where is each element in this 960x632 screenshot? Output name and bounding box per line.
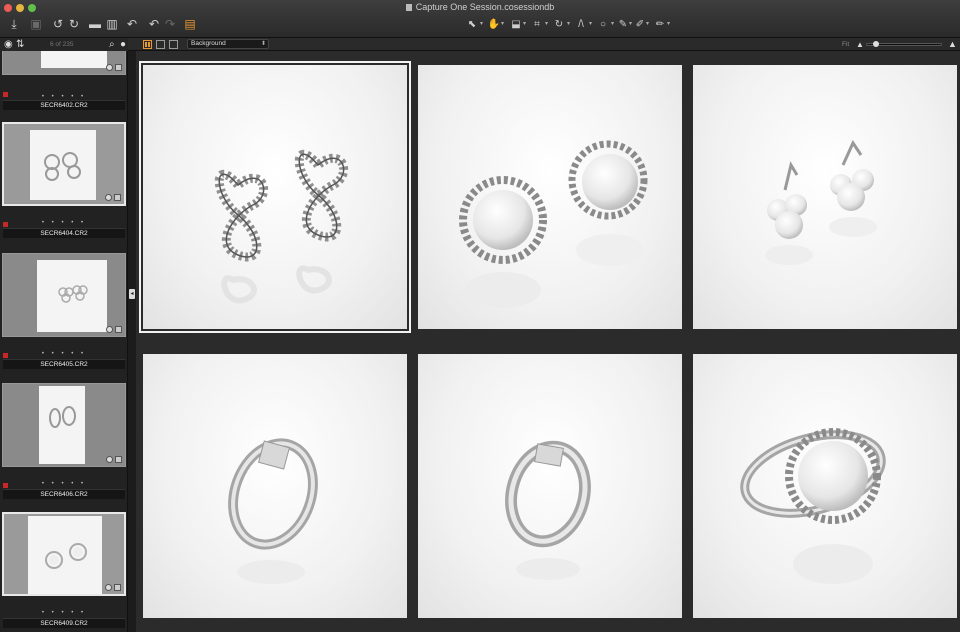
chevron-down-icon: ⬍	[260, 41, 266, 47]
variant-badge-icon	[114, 584, 121, 591]
filmstrip-view-icon[interactable]	[169, 40, 178, 49]
earring-image	[58, 285, 88, 303]
thumbnail[interactable]	[2, 51, 126, 75]
diamond-ring-image	[228, 438, 318, 584]
chevron-down-icon[interactable]: ▾	[629, 20, 632, 27]
chevron-down-icon[interactable]: ▾	[611, 20, 614, 27]
brush-icon[interactable]: ✐	[634, 16, 646, 32]
edit-badge-icon	[106, 64, 113, 71]
chevron-down-icon[interactable]: ▾	[589, 20, 592, 27]
loupe-icon[interactable]: ⬓	[510, 16, 522, 32]
thumbnail[interactable]	[2, 122, 126, 206]
image-viewer	[136, 51, 960, 632]
image-tile[interactable]	[139, 61, 411, 333]
browser-header: ◉ ⇅ 6 of 235 ⌕ ● Background ⬍ Fit ▲ ▲	[0, 38, 960, 51]
thumbnail-photo	[37, 260, 107, 332]
view-select[interactable]: Background ⬍	[187, 39, 269, 49]
earring-image	[49, 406, 76, 428]
undo-icon[interactable]: ↶	[124, 16, 140, 32]
thumbnail[interactable]	[2, 512, 126, 596]
list-view-icon[interactable]	[156, 40, 165, 49]
file-name: SECR6406.CR2	[3, 489, 125, 499]
infinity-earrings-image	[214, 149, 349, 304]
redo-icon[interactable]: ↷	[162, 16, 178, 32]
thumbnail-photo	[39, 386, 85, 464]
grid-view-icon[interactable]	[143, 40, 152, 49]
chevron-down-icon[interactable]: ▾	[480, 20, 483, 27]
zoom-slider-knob[interactable]	[873, 41, 879, 47]
import-icon[interactable]: ⤓	[6, 16, 22, 32]
image-tile[interactable]	[418, 65, 682, 329]
band-ring-image	[505, 440, 591, 580]
chevron-down-icon[interactable]: ▾	[501, 20, 504, 27]
picker-icon[interactable]: ✎	[617, 16, 629, 32]
chevron-down-icon[interactable]: ▾	[667, 20, 670, 27]
variant-badge-icon	[115, 64, 122, 71]
keystone-icon[interactable]: /\	[575, 16, 587, 32]
window-title: Capture One Session.cosessiondb	[0, 2, 960, 12]
person-large-icon: ▲	[948, 39, 957, 49]
earring-image	[44, 152, 81, 181]
file-name: SECR6409.CR2	[3, 618, 125, 628]
pearl-ring-image	[740, 428, 886, 584]
collapse-panel-icon[interactable]: ◂	[129, 289, 135, 299]
variant-badge-icon	[114, 194, 121, 201]
edit-badge-icon	[105, 194, 112, 201]
pearl-cluster-image	[765, 139, 877, 265]
earring-image	[45, 543, 87, 569]
rotate-right-icon[interactable]: ↻	[66, 16, 82, 32]
edit-stack-icon[interactable]: ▤	[182, 16, 198, 32]
zoom-label: Fit	[842, 41, 850, 48]
crop-icon[interactable]: ⌗	[531, 16, 543, 32]
rotate-left-icon[interactable]: ↺	[50, 16, 66, 32]
eye-icon[interactable]: ◉	[4, 38, 13, 51]
thumbnail[interactable]	[2, 253, 126, 337]
title-bar: Capture One Session.cosessiondb ⤓ ▣ ↺ ↻ …	[0, 0, 960, 38]
hand-icon[interactable]: ✋	[488, 16, 500, 32]
star-rating[interactable]: • • • • •	[0, 351, 127, 357]
rotate-icon[interactable]: ↻	[553, 16, 565, 32]
image-tile[interactable]	[143, 354, 407, 618]
thumbnail-photo	[41, 51, 107, 68]
spot-icon[interactable]: ○	[597, 16, 609, 32]
image-count: 6 of 235	[50, 41, 74, 48]
sort-icon[interactable]: ⇅	[16, 38, 24, 51]
trash-icon[interactable]: ▥	[104, 16, 120, 32]
folder-icon[interactable]: ▬	[87, 16, 103, 32]
file-name: SECR6405.CR2	[3, 359, 125, 369]
file-name: SECR6402.CR2	[3, 100, 125, 110]
edit-badge-icon	[105, 584, 112, 591]
filmstrip[interactable]: • • • • • SECR6402.CR2 • • • • • SECR640…	[0, 51, 128, 632]
file-name: SECR6404.CR2	[3, 228, 125, 238]
select-icon[interactable]: ⬉	[466, 16, 478, 32]
thumbnail-photo	[28, 516, 102, 594]
star-rating[interactable]: • • • • •	[0, 481, 127, 487]
star-rating[interactable]: • • • • •	[0, 610, 127, 616]
chevron-down-icon[interactable]: ▾	[646, 20, 649, 27]
document-icon	[405, 4, 412, 11]
thumbnail-photo	[30, 130, 96, 200]
pearl-earrings-image	[459, 140, 648, 308]
variant-badge-icon	[115, 326, 122, 333]
star-rating[interactable]: • • • • •	[0, 220, 127, 226]
undo-icon[interactable]: ↶	[146, 16, 162, 32]
image-tile[interactable]	[693, 354, 957, 618]
chevron-down-icon[interactable]: ▾	[545, 20, 548, 27]
chevron-down-icon[interactable]: ▾	[567, 20, 570, 27]
variant-badge-icon	[115, 456, 122, 463]
person-small-icon: ▲	[856, 40, 864, 49]
camera-icon[interactable]: ▣	[28, 16, 44, 32]
user-icon[interactable]: ●	[120, 38, 126, 51]
chevron-down-icon[interactable]: ▾	[523, 20, 526, 27]
image-tile[interactable]	[693, 65, 957, 329]
search-icon[interactable]: ⌕	[109, 38, 115, 51]
edit-badge-icon	[106, 326, 113, 333]
edit-badge-icon	[106, 456, 113, 463]
image-tile[interactable]	[418, 354, 682, 618]
panel-splitter[interactable]	[128, 51, 136, 632]
thumbnail[interactable]	[2, 383, 126, 467]
eraser-icon[interactable]: ✏	[654, 16, 666, 32]
